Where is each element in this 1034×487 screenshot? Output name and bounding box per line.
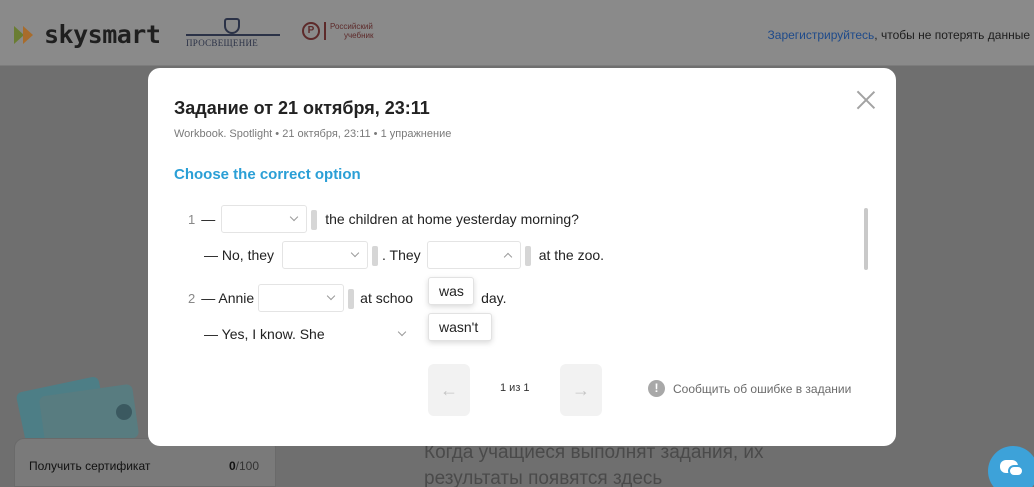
register-notice: Зарегистрируйтесь, чтобы не потерять дан… — [768, 28, 1030, 42]
skysmart-logo[interactable]: skysmart — [14, 20, 161, 49]
modal-title: Задание от 21 октября, 23:11 — [174, 98, 430, 118]
top-header: skysmart ПРОСВЕЩЕНИЕ Р Российский учебни… — [0, 0, 1034, 66]
answer-dropdown-1a[interactable] — [221, 205, 318, 233]
answer-dropdown-1b[interactable] — [282, 241, 379, 269]
results-placeholder-text: Когда учащиеся выполнят задания, их резу… — [424, 442, 764, 487]
chevron-down-icon — [397, 327, 406, 337]
answer-dropdown-2a[interactable] — [258, 284, 355, 312]
assignment-modal: Задание от 21 октября, 23:11 Workbook. S… — [148, 68, 896, 446]
chat-button[interactable] — [988, 446, 1034, 487]
option-wasnt[interactable]: wasn't — [428, 313, 492, 341]
next-button[interactable]: → — [560, 364, 602, 416]
chevron-up-icon — [503, 252, 512, 262]
arrow-right-icon: → — [572, 379, 590, 400]
rossiyskiy-uchebnik-logo: Р Российский учебник — [302, 22, 374, 40]
chevron-down-icon — [326, 291, 336, 301]
partner2-line2: учебник — [344, 31, 374, 40]
question-1-line-1: 1 — the children at home yesterday morni… — [188, 205, 579, 233]
partner2-line1: Российский — [330, 22, 373, 31]
close-icon[interactable] — [856, 90, 876, 110]
report-error-link[interactable]: ! Сообщить об ошибке в задании — [648, 380, 851, 397]
question-number: 2 — [188, 290, 196, 306]
seal-icon — [116, 404, 132, 420]
pager-text: 1 из 1 — [500, 382, 530, 394]
skysmart-logo-icon — [14, 24, 38, 46]
brand-name: skysmart — [44, 20, 161, 49]
option-was[interactable]: was — [428, 277, 474, 305]
question-2-line-2: — Yes, I know. She — [204, 320, 419, 348]
scrollbar-thumb[interactable] — [864, 208, 868, 270]
prosveshchenie-logo: ПРОСВЕЩЕНИЕ — [186, 18, 280, 48]
exclamation-icon: ! — [648, 380, 665, 397]
question-number: 1 — [188, 211, 196, 227]
prev-button[interactable]: ← — [428, 364, 470, 416]
modal-subtitle: Workbook. Spotlight • 21 октября, 23:11 … — [174, 128, 452, 140]
exercise-heading: Choose the correct option — [174, 166, 361, 183]
question-1-line-2: — No, they . They at the zoo. — [204, 241, 604, 269]
chevron-down-icon — [350, 248, 360, 258]
register-text: , чтобы не потерять данные — [874, 28, 1030, 42]
register-link[interactable]: Зарегистрируйтесь — [768, 28, 875, 42]
certificate-label: Получить сертификат — [29, 459, 151, 473]
answer-dropdown-2b[interactable] — [328, 320, 415, 348]
certificate-score: 0/100 — [228, 459, 259, 473]
arrow-left-icon: ← — [440, 379, 458, 400]
ru-logo-icon: Р — [302, 22, 320, 40]
chevron-down-icon — [289, 212, 299, 222]
report-error-text: Сообщить об ошибке в задании — [673, 381, 852, 396]
prosveshchenie-text: ПРОСВЕЩЕНИЕ — [186, 38, 259, 48]
crest-icon — [224, 18, 240, 34]
answer-dropdown-1c[interactable] — [426, 241, 531, 269]
certificate-illustration — [12, 375, 140, 451]
